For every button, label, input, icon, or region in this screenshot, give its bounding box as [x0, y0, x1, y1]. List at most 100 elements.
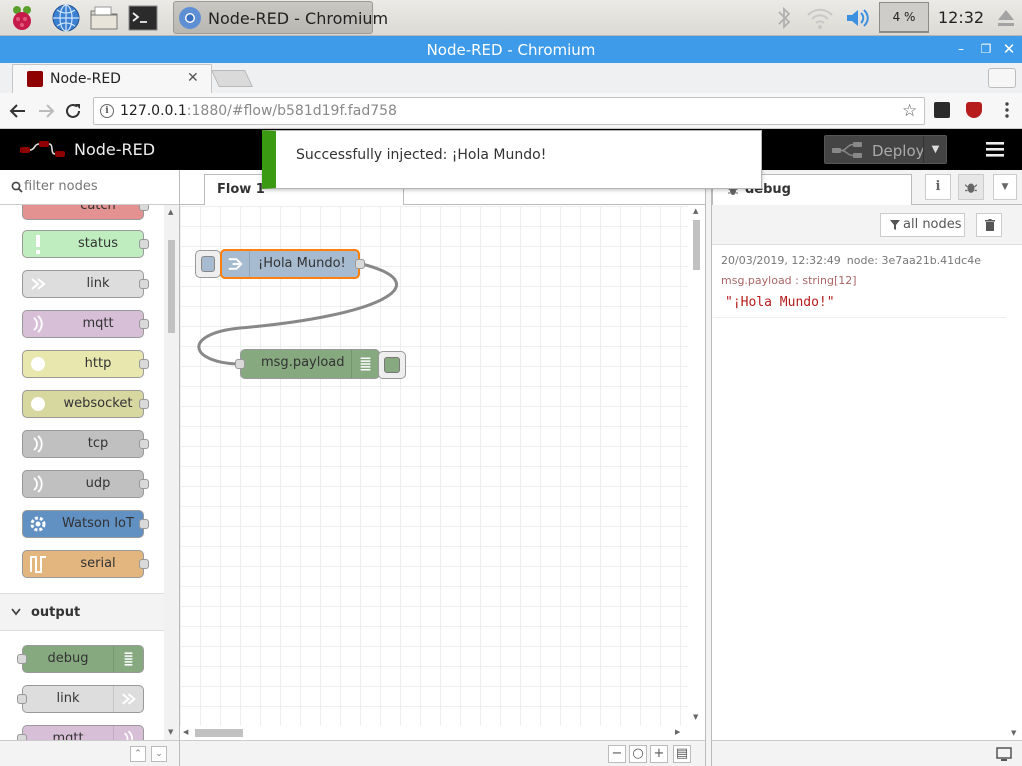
- workspace-footer: − ○ + ▤: [180, 740, 705, 766]
- profile-button[interactable]: [988, 68, 1016, 88]
- cpu-monitor[interactable]: 4 %: [879, 2, 929, 33]
- palette-category-output[interactable]: output: [0, 593, 164, 631]
- open-debug-window-icon[interactable]: [995, 745, 1013, 763]
- url-host: 127.0.0.1: [120, 103, 187, 119]
- canvas-horizontal-scrollbar[interactable]: ◀ ▶: [180, 726, 688, 740]
- close-tab-icon[interactable]: ✕: [187, 70, 199, 86]
- palette-node-mqtt[interactable]: mqtt: [22, 310, 149, 338]
- palette-node-catch[interactable]: catch: [22, 205, 149, 220]
- scroll-left-icon[interactable]: ◀: [183, 729, 190, 736]
- catch-icon: [23, 205, 53, 219]
- palette-node-link-out[interactable]: link: [17, 685, 144, 713]
- forward-arrow-icon[interactable]: [36, 101, 56, 121]
- debug-tab-button[interactable]: [958, 174, 984, 200]
- debug-scrollbar[interactable]: ▼: [1006, 246, 1022, 740]
- filter-nodes-input[interactable]: [24, 179, 174, 194]
- debug-message-value: "¡Hola Mundo!": [725, 295, 835, 310]
- chevron-down-icon: [11, 608, 21, 616]
- navigator-map-icon[interactable]: ▤: [673, 745, 691, 763]
- maximize-button[interactable]: ❐: [977, 40, 995, 58]
- info-tab-button[interactable]: i: [925, 174, 951, 200]
- new-tab-button[interactable]: [211, 70, 253, 87]
- palette-scroll-thumb[interactable]: [168, 240, 175, 333]
- deploy-menu-caret-icon[interactable]: ▼: [923, 136, 947, 163]
- clear-debug-button[interactable]: [976, 213, 1002, 237]
- terminal-icon[interactable]: [128, 3, 158, 33]
- filter-all-nodes-button[interactable]: all nodes: [880, 213, 965, 237]
- flow-canvas[interactable]: ¡Hola Mundo! msg.payload: [180, 206, 688, 726]
- bookmark-star-icon[interactable]: ☆: [902, 101, 917, 121]
- folder-icon[interactable]: [89, 3, 119, 33]
- notification-text: Successfully injected: ¡Hola Mundo!: [296, 147, 547, 163]
- sidebar-resize-handle[interactable]: [705, 170, 712, 766]
- taskbar-chromium-window[interactable]: Node-RED - Chromium: [173, 1, 388, 34]
- palette-node-http[interactable]: http: [22, 350, 149, 378]
- palette-node-udp[interactable]: udp: [22, 470, 149, 498]
- flow-node-inject[interactable]: ¡Hola Mundo!: [220, 249, 365, 279]
- palette-node-websocket[interactable]: websocket: [22, 390, 149, 418]
- zoom-in-button[interactable]: +: [650, 745, 668, 763]
- main-menu-icon[interactable]: [986, 141, 1004, 157]
- input-port[interactable]: [235, 359, 245, 369]
- wire-connection[interactable]: [180, 206, 688, 726]
- bridge-icon: [33, 435, 43, 453]
- scroll-up-icon[interactable]: ▲: [693, 208, 700, 215]
- reload-icon[interactable]: [63, 101, 83, 121]
- minimize-button[interactable]: –: [952, 40, 970, 58]
- back-arrow-icon[interactable]: [8, 101, 28, 121]
- browser-menu-icon[interactable]: [1004, 101, 1010, 119]
- canvas-vertical-scrollbar[interactable]: ▲ ▼: [688, 206, 705, 726]
- debug-node-label: msg.payload: [261, 355, 345, 370]
- palette-search: [0, 170, 179, 205]
- canvas-vertical-thumb[interactable]: [693, 220, 700, 270]
- wifi-icon[interactable]: [806, 6, 834, 30]
- inject-trigger-button[interactable]: [195, 250, 221, 278]
- zoom-out-button[interactable]: −: [608, 745, 626, 763]
- extension-icon[interactable]: [934, 102, 950, 118]
- output-port[interactable]: [355, 259, 365, 269]
- site-info-icon[interactable]: i: [100, 104, 114, 118]
- scroll-down-icon[interactable]: ▼: [693, 714, 700, 721]
- address-bar[interactable]: i 127.0.0.1:1880/#flow/b581d19f.fad758 ☆: [93, 97, 925, 125]
- window-title-bar: Node-RED - Chromium – ❐ ✕: [0, 36, 1022, 63]
- bluetooth-icon[interactable]: [773, 5, 795, 31]
- palette-node-status[interactable]: status: [22, 230, 149, 258]
- cpu-usage-bar: [880, 30, 928, 32]
- window-title: Node-RED - Chromium: [426, 41, 596, 59]
- sidebar-tab-menu-icon[interactable]: ▼: [993, 174, 1017, 200]
- browser-tab-node-red[interactable]: Node-RED ✕: [12, 64, 212, 93]
- palette-node-label: Watson IoT: [62, 516, 134, 531]
- palette-node-mqtt-out[interactable]: mqtt: [17, 725, 144, 740]
- scroll-down-icon[interactable]: ▼: [1011, 730, 1018, 737]
- url-text: 127.0.0.1:1880/#flow/b581d19f.fad758: [120, 103, 397, 119]
- palette-node-watson-iot[interactable]: Watson IoT: [22, 510, 149, 538]
- palette-node-label: udp: [85, 476, 111, 491]
- flow-node-debug[interactable]: msg.payload: [235, 349, 380, 379]
- palette-node-label: link: [86, 276, 110, 291]
- deploy-button[interactable]: Deploy ▼: [824, 135, 947, 164]
- canvas-horizontal-thumb[interactable]: [195, 729, 243, 737]
- scroll-right-icon[interactable]: ▶: [675, 729, 682, 736]
- globe-icon[interactable]: [51, 3, 81, 33]
- clock[interactable]: 12:32: [938, 8, 984, 27]
- ublock-origin-icon[interactable]: [966, 102, 982, 118]
- raspberry-pi-menu-icon[interactable]: [7, 3, 37, 33]
- volume-icon[interactable]: [845, 6, 871, 30]
- mqtt-icon: [33, 315, 43, 333]
- palette-node-tcp[interactable]: tcp: [22, 430, 149, 458]
- inject-trigger-inner: [201, 256, 215, 272]
- debug-message[interactable]: 20/03/2019, 12:32:49 node: 3e7aa21b.41dc4…: [712, 246, 1006, 318]
- close-window-button[interactable]: ✕: [1000, 40, 1018, 58]
- output-port: [139, 559, 149, 569]
- palette-scrollbar[interactable]: ▲ ▼: [164, 205, 179, 740]
- debug-toggle-button[interactable]: [378, 351, 406, 379]
- eject-icon[interactable]: [996, 7, 1016, 29]
- scroll-down-icon[interactable]: ▼: [168, 729, 175, 736]
- zoom-reset-button[interactable]: ○: [629, 745, 647, 763]
- expand-all-button[interactable]: ⌄: [151, 746, 167, 762]
- scroll-up-icon[interactable]: ▲: [168, 209, 175, 216]
- palette-node-link[interactable]: link: [22, 270, 149, 298]
- palette-node-debug[interactable]: debug: [17, 645, 144, 673]
- collapse-all-button[interactable]: ⌃: [130, 746, 146, 762]
- palette-node-serial[interactable]: serial: [22, 550, 149, 578]
